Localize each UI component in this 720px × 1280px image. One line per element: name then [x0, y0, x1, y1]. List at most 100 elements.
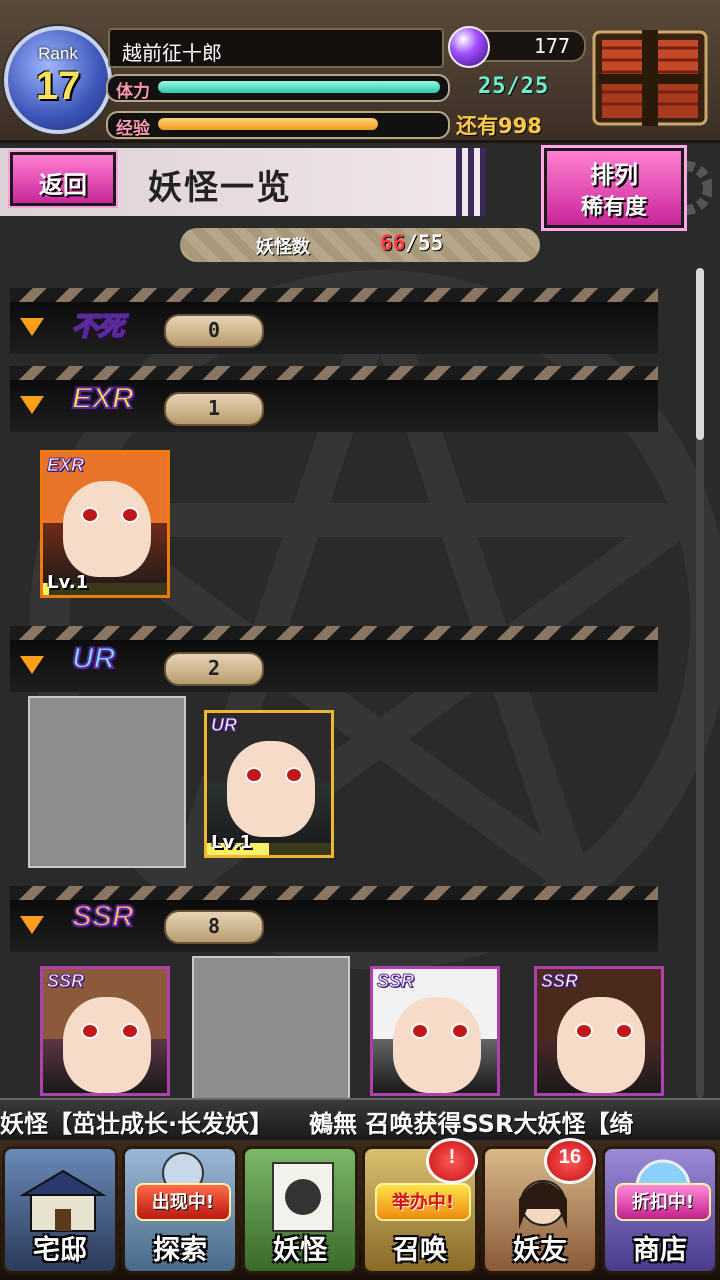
card-rarity-label: EXR — [46, 455, 85, 476]
bottom-nav: 宅邸 出现中! 探索 妖怪 举办中! 召唤 ! 妖友 16 折扣中! 商店 — [0, 1138, 720, 1280]
exp-label: 经验 — [116, 119, 150, 139]
rank-badge[interactable]: Rank 17 — [4, 26, 112, 134]
mansion-icon — [19, 1169, 107, 1232]
tag-text: 举办中! — [391, 1192, 455, 1213]
card-level: Lv.1 — [47, 572, 89, 593]
ticker-part-2: 鵺無 召唤获得SSR大妖怪【绮 — [309, 1110, 634, 1138]
card-eye — [615, 1023, 633, 1039]
tag-text: 出现中! — [151, 1192, 215, 1213]
yokai-card[interactable]: UR Lv.1 — [204, 710, 334, 858]
stamina-label: 体力 — [116, 82, 150, 102]
card-eye — [285, 767, 303, 783]
scroll-icon — [272, 1162, 334, 1232]
nav-mansion[interactable]: 宅邸 — [2, 1146, 118, 1274]
ticker-text: 妖怪【茁壮成长·长发妖】 鵺無 召唤获得SSR大妖怪【绮 — [0, 1104, 633, 1139]
nav-yokai[interactable]: 妖怪 — [242, 1146, 358, 1274]
yokai-card[interactable]: SSR — [534, 966, 664, 1096]
sort-button[interactable]: 排列 稀有度 — [541, 145, 687, 231]
selected-card-frame — [28, 696, 186, 868]
list-scrollbar[interactable] — [696, 268, 704, 1098]
summon-notification-badge: ! — [426, 1138, 478, 1184]
sort-mode-label: 稀有度 — [580, 195, 647, 220]
section-rarity: 不死 — [71, 310, 125, 342]
collapse-arrow-icon[interactable] — [20, 318, 44, 336]
card-eye — [121, 507, 139, 523]
stamina-fill — [158, 81, 440, 93]
treasure-chest-icon[interactable] — [586, 26, 714, 130]
section-count: 2 — [164, 652, 264, 686]
yokai-card[interactable]: SSR — [40, 966, 170, 1096]
yokai-count-pill: 妖怪数 66/55 — [180, 228, 540, 262]
yokai-card[interactable]: SSR — [370, 966, 500, 1096]
orb-count: 177 — [533, 34, 570, 58]
exp-fill — [158, 118, 378, 130]
section-count-value: 1 — [207, 396, 221, 420]
collapse-arrow-icon[interactable] — [20, 396, 44, 414]
selected-card-frame — [192, 956, 350, 1110]
card-eye — [575, 1023, 593, 1039]
badge-text: 16 — [558, 1146, 582, 1168]
nav-shop[interactable]: 折扣中! 商店 — [602, 1146, 718, 1274]
nav-explore[interactable]: 出现中! 探索 — [122, 1146, 238, 1274]
nav-label: 妖友 — [513, 1235, 567, 1266]
section-header-exr[interactable]: EXR 1 — [10, 366, 658, 448]
section-count-value: 0 — [207, 318, 221, 342]
card-eye — [81, 507, 99, 523]
section-count-value: 8 — [207, 914, 221, 938]
stamina-bar: 体力 — [106, 74, 450, 102]
tag-text: 折扣中! — [631, 1192, 695, 1213]
player-name-box: 越前征十郎 — [108, 28, 444, 68]
nav-label: 召唤 — [393, 1235, 447, 1266]
section-count: 0 — [164, 314, 264, 348]
friends-notification-badge: 16 — [544, 1138, 596, 1184]
card-rarity-label: SSR — [540, 971, 579, 992]
yokai-count-value: 66/55 — [380, 231, 443, 255]
orb-counter[interactable]: 177 — [448, 26, 586, 68]
section-count: 1 — [164, 392, 264, 426]
nav-label: 探索 — [153, 1235, 207, 1266]
section-stripe — [10, 886, 658, 900]
card-eye — [121, 1023, 139, 1039]
card-portrait — [393, 997, 481, 1093]
yokai-card[interactable]: EXR Lv.1 — [40, 450, 170, 598]
section-stripe — [10, 626, 658, 640]
yokai-count-max: /55 — [405, 231, 444, 255]
page-title: 妖怪一览 — [148, 168, 292, 208]
card-portrait — [63, 481, 151, 577]
section-stripe — [10, 288, 658, 302]
section-rarity: EXR — [71, 381, 135, 416]
exp-remaining: 还有998 — [456, 114, 542, 138]
card-eye — [451, 1023, 469, 1039]
nav-label: 妖怪 — [273, 1235, 327, 1266]
shop-sale-tag: 折扣中! — [615, 1183, 711, 1221]
collapse-arrow-icon[interactable] — [20, 656, 44, 674]
card-eye — [245, 767, 263, 783]
summon-event-tag: 举办中! — [375, 1183, 471, 1221]
scrollbar-thumb[interactable] — [696, 268, 704, 440]
back-button-label: 返回 — [39, 171, 87, 199]
status-header: Rank 17 越前征十郎 体力 经验 177 25/25 还有998 — [0, 0, 720, 143]
announcement-ticker: 妖怪【茁壮成长·长发妖】 鵺無 召唤获得SSR大妖怪【绮 — [0, 1098, 720, 1140]
card-rarity-label: SSR — [46, 971, 85, 992]
section-count-value: 2 — [207, 656, 221, 680]
card-portrait — [227, 741, 315, 837]
rank-value: 17 — [35, 64, 81, 108]
ticker-part-1: 妖怪【茁壮成长·长发妖】 — [0, 1110, 274, 1138]
yokai-count-current: 66 — [380, 231, 406, 255]
badge-text: ! — [448, 1146, 456, 1168]
section-header-immortal[interactable]: 不死 0 — [10, 288, 658, 370]
collapse-arrow-icon[interactable] — [20, 916, 44, 934]
back-button[interactable]: 返回 — [8, 150, 118, 208]
sort-button-label: 排列 — [590, 161, 638, 189]
rank-label: Rank — [38, 44, 78, 63]
stamina-value: 25/25 — [478, 74, 550, 99]
section-rarity: SSR — [71, 899, 135, 934]
card-level: Lv.1 — [211, 832, 253, 853]
card-portrait — [557, 997, 645, 1093]
section-count: 8 — [164, 910, 264, 944]
explore-event-tag: 出现中! — [135, 1183, 231, 1221]
exp-bar: 经验 — [106, 111, 450, 139]
card-rarity-label: SSR — [376, 971, 415, 992]
player-name: 越前征十郎 — [122, 41, 222, 65]
title-stripe — [456, 148, 486, 216]
